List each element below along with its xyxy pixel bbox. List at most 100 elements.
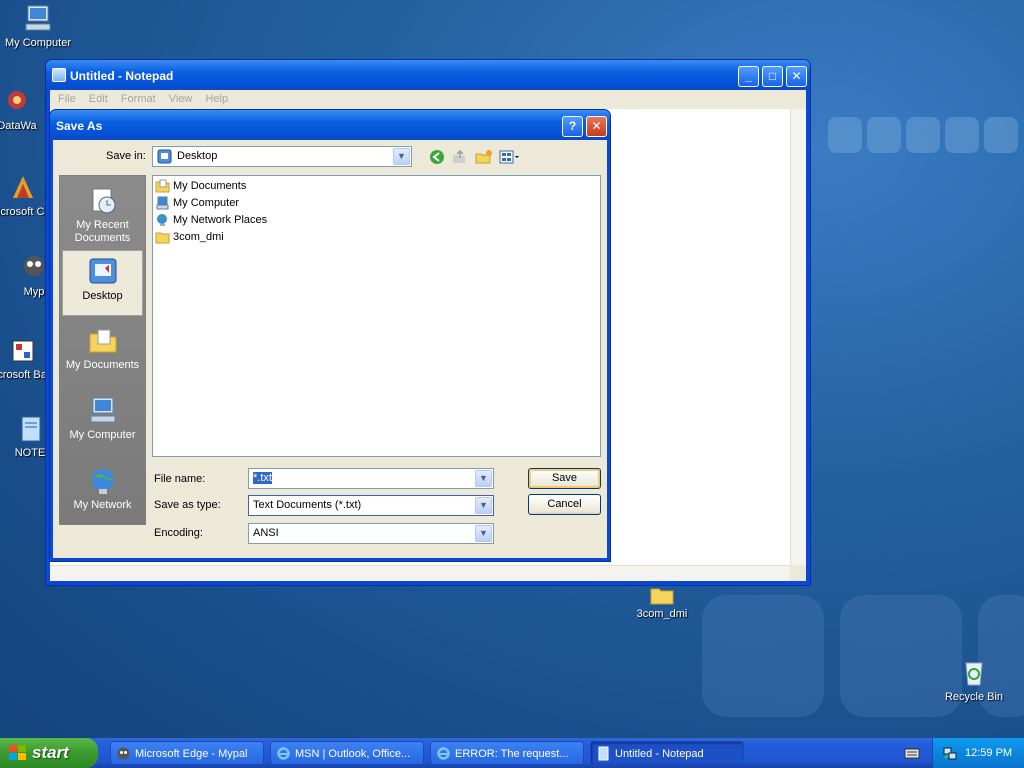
maximize-button[interactable]: □ <box>762 66 783 87</box>
internet-explorer-icon <box>437 747 450 760</box>
save-in-dropdown[interactable]: Desktop ▼ <box>152 146 412 167</box>
notepad-icon <box>52 68 66 82</box>
desktop-icon-datawa[interactable]: DataWa <box>0 86 46 133</box>
taskbar-item-msn[interactable]: MSN | Outlook, Office... <box>270 741 424 765</box>
file-name: 3com_dmi <box>173 231 224 243</box>
notepad-titlebar[interactable]: Untitled - Notepad _ □ ✕ <box>46 60 810 90</box>
desktop-icon-3com-dmi[interactable]: 3com_dmi <box>622 584 702 621</box>
file-name: My Computer <box>173 197 240 209</box>
place-my-documents[interactable]: My Documents <box>62 320 143 386</box>
taskbar-item-mypal[interactable]: Microsoft Edge - Mypal <box>110 741 264 765</box>
chevron-down-icon[interactable]: ▼ <box>475 470 492 487</box>
taskbar: start Microsoft Edge - Mypal MSN | Outlo… <box>0 738 1024 768</box>
dialog-titlebar[interactable]: Save As ? ✕ <box>50 110 610 140</box>
place-label: My Computer <box>69 429 136 441</box>
taskbar-item-label: ERROR: The request... <box>455 748 569 760</box>
dialog-body: Save in: Desktop ▼ My Recent Documents D… <box>53 140 607 558</box>
dialog-title: Save As <box>56 119 103 133</box>
computer-icon <box>25 5 51 31</box>
file-name-value: *.txt <box>253 472 272 484</box>
views-menu-icon[interactable] <box>499 149 521 165</box>
place-label: Desktop <box>82 290 123 302</box>
place-label: My Network <box>73 499 132 511</box>
computer-icon <box>156 196 169 210</box>
chevron-down-icon[interactable]: ▼ <box>475 497 492 514</box>
horizontal-scrollbar[interactable] <box>50 565 790 581</box>
list-item[interactable]: My Documents <box>155 178 246 194</box>
list-item[interactable]: My Computer <box>155 195 239 211</box>
places-bar: My Recent Documents Desktop My Documents <box>59 175 146 525</box>
background-tile <box>984 117 1018 153</box>
computer-icon <box>90 397 115 423</box>
taskbar-item-notepad[interactable]: Untitled - Notepad <box>590 741 744 765</box>
datawa-icon <box>8 91 26 109</box>
size-grip[interactable] <box>790 565 806 581</box>
folder-icon <box>650 588 674 605</box>
desktop-icon-label: NOTE <box>14 447 46 459</box>
file-list[interactable]: My Documents My Computer My Network Plac… <box>152 175 601 457</box>
menu-format[interactable]: Format <box>117 90 162 105</box>
list-item[interactable]: 3com_dmi <box>155 229 224 245</box>
vertical-scrollbar[interactable] <box>790 109 806 565</box>
desktop-icon-label: Recycle Bin <box>944 691 1004 703</box>
desktop-icon <box>89 258 116 284</box>
save-as-type-label: Save as type: <box>154 499 221 511</box>
desktop-icon-recycle-bin[interactable]: Recycle Bin <box>934 657 1014 704</box>
visual-cpp-icon <box>13 176 33 198</box>
file-name-input[interactable]: *.txt ▼ <box>248 468 494 489</box>
network-places-icon <box>157 214 167 226</box>
background-tile <box>702 595 824 717</box>
keyboard-icon[interactable] <box>904 746 920 760</box>
save-button[interactable]: Save <box>528 468 601 489</box>
taskbar-item-label: MSN | Outlook, Office... <box>295 748 411 760</box>
place-my-recent-documents[interactable]: My Recent Documents <box>62 180 143 246</box>
visual-basic-icon <box>12 340 34 362</box>
network-globe-icon <box>91 469 114 494</box>
start-label: start <box>32 743 69 762</box>
start-button[interactable]: start <box>0 738 98 768</box>
background-tile <box>906 117 940 153</box>
taskbar-item-label: Microsoft Edge - Mypal <box>135 748 248 760</box>
menu-help[interactable]: Help <box>201 90 234 105</box>
windows-logo-icon <box>9 745 26 760</box>
folder-icon <box>155 232 170 244</box>
system-tray: 12:59 PM <box>932 738 1024 768</box>
folder-icon <box>89 329 116 353</box>
save-as-dialog[interactable]: Save As ? ✕ Save in: Desktop ▼ My Recent… <box>49 109 611 562</box>
minimize-button[interactable]: _ <box>738 66 759 87</box>
help-button[interactable]: ? <box>562 116 583 137</box>
clock[interactable]: 12:59 PM <box>965 747 1012 759</box>
recycle-bin-icon <box>965 662 983 686</box>
close-button[interactable]: ✕ <box>786 66 807 87</box>
encoding-label: Encoding: <box>154 527 203 539</box>
menu-edit[interactable]: Edit <box>85 90 114 105</box>
place-my-computer[interactable]: My Computer <box>62 390 143 456</box>
encoding-dropdown[interactable]: ANSI ▼ <box>248 523 494 544</box>
window-title: Untitled - Notepad <box>70 69 174 83</box>
chevron-down-icon[interactable]: ▼ <box>475 525 492 542</box>
desktop: My Computer DataWa Microsoft C++ Myp Mic… <box>0 0 1024 738</box>
taskbar-item-label: Untitled - Notepad <box>615 748 704 760</box>
close-button[interactable]: ✕ <box>586 116 607 137</box>
place-desktop[interactable]: Desktop <box>62 250 143 316</box>
chevron-down-icon[interactable]: ▼ <box>393 148 410 165</box>
save-in-label: Save in: <box>106 150 146 162</box>
cancel-button[interactable]: Cancel <box>528 494 601 515</box>
menu-view[interactable]: View <box>165 90 199 105</box>
save-as-type-dropdown[interactable]: Text Documents (*.txt) ▼ <box>248 495 494 516</box>
place-my-network[interactable]: My Network <box>62 460 143 526</box>
list-item[interactable]: My Network Places <box>155 212 267 228</box>
file-name: My Network Places <box>173 214 268 226</box>
desktop-icon-label: My Computer <box>4 37 72 49</box>
desktop-icon-my-computer[interactable]: My Computer <box>0 3 78 50</box>
network-status-icon[interactable] <box>942 745 958 761</box>
background-tile <box>945 117 979 153</box>
encoding-value: ANSI <box>253 527 279 539</box>
menu-file[interactable]: File <box>54 90 82 105</box>
background-tile <box>828 117 862 153</box>
back-icon[interactable] <box>429 149 445 165</box>
taskbar-item-error-page[interactable]: ERROR: The request... <box>430 741 584 765</box>
up-folder-icon[interactable] <box>451 149 467 165</box>
new-folder-icon[interactable] <box>475 149 493 165</box>
place-label: My Documents <box>65 359 140 371</box>
